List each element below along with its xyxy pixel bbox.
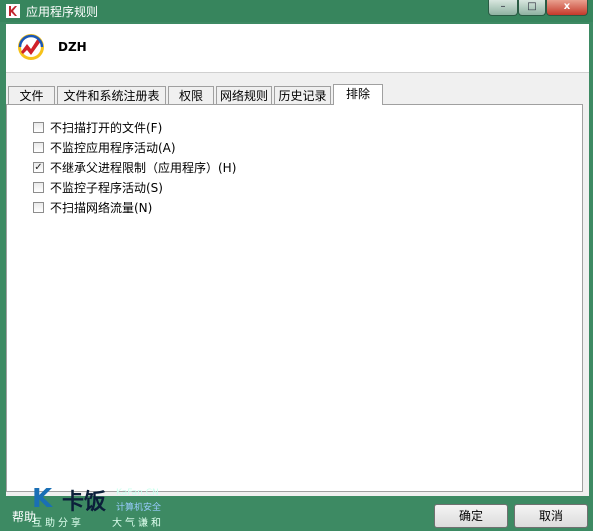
checkbox-checked[interactable]: ✓ [33,161,44,173]
option-no-inherit-parent-restrictions[interactable]: ✓ 不继承父进程限制（应用程序）(H) [33,159,236,175]
option-label: 不监控应用程序活动(A) [50,140,176,155]
tab-history[interactable]: 历史记录 [274,86,331,105]
title-bar[interactable]: 应用程序规则 – □ x [0,0,593,22]
watermark-brand: 卡饭 [62,490,107,515]
option-label: 不继承父进程限制（应用程序）(H) [50,160,237,175]
watermark-slogan-right: 大气谦和 [112,518,164,529]
maximize-button[interactable]: □ [518,0,546,16]
watermark-site: KaFan.CN [116,488,159,498]
kafan-watermark: K 卡饭 KaFan.CN 计算机安全 互助分享 大气谦和 [32,484,182,529]
option-no-monitor-child-activity[interactable]: 不监控子程序活动(S) [33,179,163,195]
window-title: 应用程序规则 [26,5,99,19]
option-label: 不扫描打开的文件(F) [50,120,163,135]
checkbox[interactable] [33,201,44,213]
exclusions-panel: 不扫描打开的文件(F) 不监控应用程序活动(A) ✓ 不继承父进程限制（应用程序… [6,104,583,492]
tab-exclusions[interactable]: 排除 [333,84,383,105]
tab-files[interactable]: 文件 [8,86,55,105]
watermark-slogan-left: 互助分享 [32,518,84,529]
watermark-logo-k: K [32,484,53,514]
option-no-scan-open-files[interactable]: 不扫描打开的文件(F) [33,119,162,135]
option-no-scan-network-traffic[interactable]: 不扫描网络流量(N) [33,199,152,215]
cancel-button[interactable]: 取消 [514,504,588,528]
app-rule-window: 应用程序规则 – □ x DZH 文件 文件和系统注册表 权限 网络规则 历史记… [0,0,593,531]
app-name: DZH [58,40,87,54]
ok-button[interactable]: 确定 [434,504,508,528]
option-label: 不监控子程序活动(S) [50,180,163,195]
kaspersky-k-icon [6,4,20,18]
watermark-subtitle: 计算机安全 [116,503,162,513]
option-no-monitor-app-activity[interactable]: 不监控应用程序活动(A) [33,139,176,155]
tab-files-and-registry[interactable]: 文件和系统注册表 [57,86,166,105]
dzh-app-icon [18,34,44,60]
checkbox[interactable] [33,141,44,153]
app-header: DZH [6,24,589,73]
tab-strip: 文件 文件和系统注册表 权限 网络规则 历史记录 排除 [6,84,589,105]
option-label: 不扫描网络流量(N) [50,200,153,215]
minimize-button[interactable]: – [488,0,518,16]
tab-network-rules[interactable]: 网络规则 [216,86,272,105]
tab-permissions[interactable]: 权限 [168,86,214,105]
checkbox[interactable] [33,181,44,193]
close-button[interactable]: x [546,0,588,16]
dialog-client: DZH 文件 文件和系统注册表 权限 网络规则 历史记录 排除 不扫描打开的文件… [6,24,589,496]
checkbox[interactable] [33,121,44,133]
